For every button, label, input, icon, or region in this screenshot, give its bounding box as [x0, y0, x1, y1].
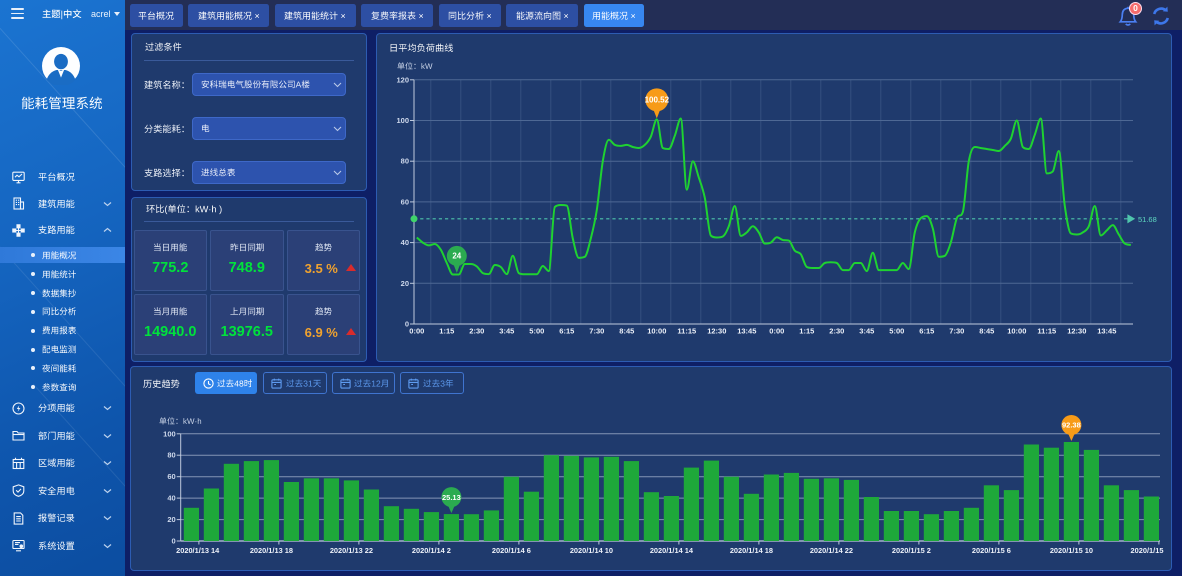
svg-text:3:45: 3:45: [499, 327, 514, 336]
svg-text:11:15: 11:15: [1037, 327, 1056, 336]
svg-text:7:30: 7:30: [949, 327, 964, 336]
svg-text:2020/1/15 6: 2020/1/15 6: [972, 546, 1011, 555]
svg-text:2:30: 2:30: [829, 327, 844, 336]
svg-text:10:00: 10:00: [647, 327, 666, 336]
svg-text:13:45: 13:45: [737, 327, 756, 336]
svg-text:2020/1/15: 2020/1/15: [1131, 546, 1164, 555]
svg-text:2020/1/13 22: 2020/1/13 22: [330, 546, 373, 555]
svg-text:1:15: 1:15: [439, 327, 454, 336]
svg-text:12:30: 12:30: [1067, 327, 1086, 336]
svg-text:2020/1/15 2: 2020/1/15 2: [892, 546, 931, 555]
svg-text:100.52: 100.52: [645, 96, 670, 105]
svg-text:1:15: 1:15: [799, 327, 814, 336]
svg-text:0: 0: [172, 537, 176, 546]
svg-text:11:15: 11:15: [677, 327, 696, 336]
svg-text:12:30: 12:30: [707, 327, 726, 336]
svg-text:5:00: 5:00: [529, 327, 544, 336]
svg-text:20: 20: [401, 279, 409, 288]
svg-text:2020/1/13 18: 2020/1/13 18: [250, 546, 293, 555]
svg-text:60: 60: [401, 197, 409, 206]
svg-text:100: 100: [396, 116, 409, 125]
svg-text:3:45: 3:45: [859, 327, 874, 336]
svg-text:40: 40: [167, 494, 175, 503]
svg-text:7:30: 7:30: [589, 327, 604, 336]
svg-text:2020/1/14 2: 2020/1/14 2: [412, 546, 451, 555]
svg-text:0:00: 0:00: [409, 327, 424, 336]
svg-text:20: 20: [167, 515, 175, 524]
svg-text:2:30: 2:30: [469, 327, 484, 336]
svg-text:8:45: 8:45: [619, 327, 634, 336]
svg-text:80: 80: [167, 451, 175, 460]
svg-text:2020/1/14 10: 2020/1/14 10: [570, 546, 613, 555]
svg-text:24: 24: [452, 252, 461, 261]
svg-text:40: 40: [401, 238, 409, 247]
svg-text:2020/1/14 6: 2020/1/14 6: [492, 546, 531, 555]
svg-text:80: 80: [401, 157, 409, 166]
svg-text:60: 60: [167, 472, 175, 481]
svg-text:25.13: 25.13: [442, 493, 461, 502]
svg-text:2020/1/14 22: 2020/1/14 22: [810, 546, 853, 555]
svg-text:13:45: 13:45: [1097, 327, 1116, 336]
svg-text:2020/1/15 10: 2020/1/15 10: [1050, 546, 1093, 555]
svg-text:2020/1/14 18: 2020/1/14 18: [730, 546, 773, 555]
svg-text:2020/1/14 14: 2020/1/14 14: [650, 546, 694, 555]
svg-text:0:00: 0:00: [769, 327, 784, 336]
svg-text:6:15: 6:15: [559, 327, 574, 336]
svg-text:6:15: 6:15: [919, 327, 934, 336]
svg-text:100: 100: [163, 429, 176, 438]
svg-text:120: 120: [396, 75, 409, 84]
svg-text:10:00: 10:00: [1007, 327, 1026, 336]
svg-text:2020/1/13 14: 2020/1/13 14: [176, 546, 220, 555]
svg-text:8:45: 8:45: [979, 327, 994, 336]
svg-text:51.68: 51.68: [1138, 215, 1157, 224]
svg-text:5:00: 5:00: [889, 327, 904, 336]
svg-text:92.38: 92.38: [1062, 421, 1081, 430]
